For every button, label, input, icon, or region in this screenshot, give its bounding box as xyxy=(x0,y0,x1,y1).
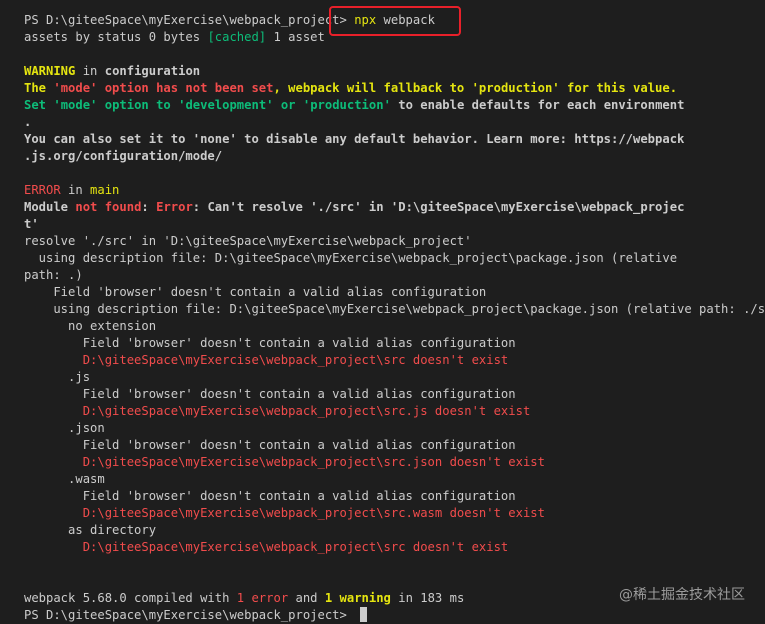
terminal-line: ERROR in main xyxy=(24,182,119,199)
terminal-text-segment: . xyxy=(24,115,32,129)
terminal-line: D:\giteeSpace\myExercise\webpack_project… xyxy=(24,539,509,556)
terminal-line: D:\giteeSpace\myExercise\webpack_project… xyxy=(24,403,531,420)
terminal-line: no extension xyxy=(24,318,156,335)
terminal-line: The 'mode' option has not been set, webp… xyxy=(24,80,677,97)
terminal-text-segment: Field 'browser' doesn't contain a valid … xyxy=(24,387,516,401)
terminal-text-segment: or xyxy=(273,98,303,112)
terminal-text-segment: Field 'browser' doesn't contain a valid … xyxy=(24,438,516,452)
terminal-text-segment: Field 'browser' doesn't contain a valid … xyxy=(24,285,487,299)
terminal-line: .json xyxy=(24,420,105,437)
terminal-line: .js xyxy=(24,369,90,386)
terminal-text-segment: using description file: D:\giteeSpace\my… xyxy=(24,302,765,316)
terminal-line: WARNING in configuration xyxy=(24,63,200,80)
terminal-text-segment: as directory xyxy=(24,523,157,537)
terminal-line: Field 'browser' doesn't contain a valid … xyxy=(24,437,516,454)
terminal-text-segment: 'mode' option has not been set xyxy=(53,81,274,95)
terminal-text-segment: path: .) xyxy=(24,268,83,282)
terminal-text-segment: PS D:\giteeSpace\myExercise\webpack_proj… xyxy=(24,608,355,622)
terminal-line: using description file: D:\giteeSpace\my… xyxy=(24,250,677,267)
terminal-text-segment: 1 warning xyxy=(324,591,391,605)
terminal-text-segment: and xyxy=(288,591,325,605)
terminal-text-segment: 'mode' xyxy=(53,98,98,112)
terminal-text-segment: .json xyxy=(24,421,105,435)
terminal-text-segment: [cached] xyxy=(207,30,267,44)
terminal-text-segment: D:\giteeSpace\myExercise\webpack_project… xyxy=(24,404,531,418)
terminal-text-segment: Set xyxy=(24,98,54,112)
terminal-line: Field 'browser' doesn't contain a valid … xyxy=(24,386,516,403)
terminal-line: D:\giteeSpace\myExercise\webpack_project… xyxy=(24,454,545,471)
terminal-line: t' xyxy=(24,216,39,233)
terminal-line: D:\giteeSpace\myExercise\webpack_project… xyxy=(24,505,545,522)
terminal-text-segment: option to xyxy=(97,98,179,112)
terminal-text-segment: webpack 5.68.0 compiled with xyxy=(24,591,237,605)
terminal-text-segment: You can also set it to 'none' to disable… xyxy=(24,132,685,146)
terminal-text-segment: no extension xyxy=(24,319,157,333)
terminal-line: . xyxy=(24,114,31,131)
terminal-text-segment: ERROR xyxy=(24,183,61,197)
terminal-text-segment: in xyxy=(60,183,91,197)
terminal-text-segment: 1 error xyxy=(236,591,289,605)
terminal-text-segment: D:\giteeSpace\myExercise\webpack_project… xyxy=(24,540,509,554)
terminal-text-segment: .wasm xyxy=(24,472,105,486)
terminal-text-segment: Field 'browser' doesn't contain a valid … xyxy=(24,336,516,350)
terminal-text-segment: using description file: D:\giteeSpace\my… xyxy=(24,251,678,265)
terminal-text-segment: 'development' xyxy=(178,98,274,112)
terminal-text-segment: D:\giteeSpace\myExercise\webpack_project… xyxy=(24,506,545,520)
terminal-line: Module not found: Error: Can't resolve '… xyxy=(24,199,684,216)
terminal-line: .wasm xyxy=(24,471,105,488)
terminal-text-segment: : xyxy=(141,200,157,214)
terminal-line: D:\giteeSpace\myExercise\webpack_project… xyxy=(24,352,509,369)
terminal-text-segment: The xyxy=(24,81,54,95)
terminal-line: .js.org/configuration/mode/ xyxy=(24,148,222,165)
terminal-line: Field 'browser' doesn't contain a valid … xyxy=(24,488,516,505)
terminal-text-segment: in 183 ms xyxy=(390,591,465,605)
terminal-line: Field 'browser' doesn't contain a valid … xyxy=(24,335,516,352)
terminal-text-segment: resolve './src' in 'D:\giteeSpace\myExer… xyxy=(24,234,472,248)
watermark: @稀土掘金技术社区 xyxy=(619,587,745,603)
terminal-line: webpack 5.68.0 compiled with 1 error and… xyxy=(24,590,464,607)
terminal-text-segment: .js xyxy=(24,370,91,384)
terminal-text-segment: , webpack will fallback to 'production' … xyxy=(273,81,678,95)
terminal-line: PS D:\giteeSpace\myExercise\webpack_proj… xyxy=(24,607,368,624)
terminal-text-segment: main xyxy=(90,183,120,197)
terminal-line: assets by status 0 bytes [cached] 1 asse… xyxy=(24,29,325,46)
terminal-text-segment: PS D:\giteeSpace\myExercise\webpack_proj… xyxy=(24,13,355,27)
terminal-text-segment: Error xyxy=(156,200,193,214)
command-highlight-box xyxy=(329,6,461,36)
terminal-line: Set 'mode' option to 'development' or 'p… xyxy=(24,97,684,114)
terminal-text-segment: assets by status 0 bytes xyxy=(24,30,208,44)
terminal-line: resolve './src' in 'D:\giteeSpace\myExer… xyxy=(24,233,472,250)
terminal-text-segment: 'production' xyxy=(302,98,391,112)
terminal-text-segment: D:\giteeSpace\myExercise\webpack_project… xyxy=(24,455,545,469)
terminal-text-segment: t' xyxy=(24,217,39,231)
terminal-line: You can also set it to 'none' to disable… xyxy=(24,131,684,148)
terminal-text-segment: Module xyxy=(24,200,76,214)
terminal-text-segment: D:\giteeSpace\myExercise\webpack_project… xyxy=(24,353,509,367)
terminal-line: path: .) xyxy=(24,267,83,284)
terminal-text-segment: WARNING xyxy=(24,64,76,78)
terminal-output[interactable]: PS D:\giteeSpace\myExercise\webpack_proj… xyxy=(0,0,765,623)
terminal-text-segment: configuration xyxy=(104,64,201,78)
terminal-text-segment: 1 asset xyxy=(266,30,325,44)
terminal-line: using description file: D:\giteeSpace\my… xyxy=(24,301,765,318)
terminal-text-segment: to enable defaults for each environment xyxy=(390,98,685,112)
terminal-line: Field 'browser' doesn't contain a valid … xyxy=(24,284,486,301)
terminal-cursor xyxy=(360,607,368,622)
terminal-text-segment: .js.org/configuration/mode/ xyxy=(24,149,223,163)
terminal-text-segment: in xyxy=(75,64,105,78)
terminal-text-segment: Field 'browser' doesn't contain a valid … xyxy=(24,489,516,503)
terminal-line: as directory xyxy=(24,522,156,539)
terminal-text-segment: not found xyxy=(75,200,142,214)
terminal-text-segment: : Can't resolve './src' in 'D:\giteeSpac… xyxy=(192,200,685,214)
